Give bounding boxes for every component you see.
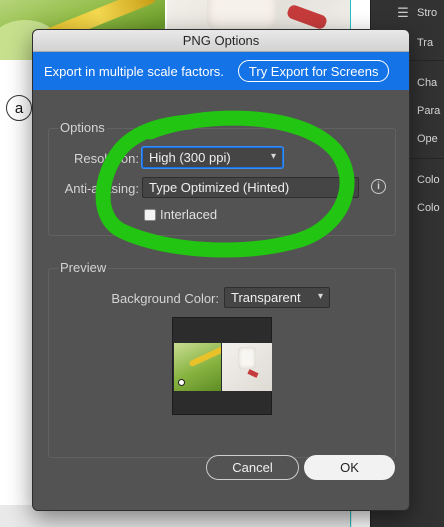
panel-item-label: Tra — [417, 37, 434, 49]
resolution-select[interactable]: High (300 ppi) ▾ — [142, 147, 283, 168]
try-export-for-screens-button[interactable]: Try Export for Screens — [237, 60, 390, 82]
chevron-down-icon: ▾ — [346, 181, 352, 192]
interlaced-checkbox[interactable] — [144, 209, 156, 221]
options-group: Options Resolution: High (300 ppi) ▾ Ant… — [48, 120, 396, 236]
export-banner: Export in multiple scale factors. Try Ex… — [33, 52, 409, 90]
png-options-dialog: PNG Options Export in multiple scale fac… — [32, 29, 410, 511]
chevron-down-icon: ▾ — [317, 291, 323, 302]
cancel-button[interactable]: Cancel — [206, 455, 299, 480]
info-icon[interactable]: i — [371, 179, 386, 194]
preview-group: Preview Background Color: Transparent ▾ — [48, 260, 396, 458]
panel-item-label: Para — [417, 105, 441, 117]
panel-item-stroke[interactable]: ☰ Stro — [371, 1, 444, 25]
resolution-label: Resolution: — [73, 151, 139, 166]
antialiasing-label: Anti-aliasing: — [64, 181, 139, 196]
dialog-title: PNG Options — [33, 30, 409, 52]
interlaced-label: Interlaced — [160, 207, 218, 222]
panel-item-label: Cha — [417, 77, 438, 89]
background-color-value: Transparent — [231, 290, 301, 305]
antialiasing-value: Type Optimized (Hinted) — [149, 180, 290, 195]
panel-item-label: Stro — [417, 7, 438, 19]
preview-thumbnail — [172, 317, 272, 415]
panel-item-label: Colo — [417, 202, 440, 214]
background-color-select[interactable]: Transparent ▾ — [224, 287, 330, 308]
banner-text: Export in multiple scale factors. — [44, 63, 224, 79]
artboard-badge: a — [6, 95, 32, 121]
antialiasing-select[interactable]: Type Optimized (Hinted) ▾ — [142, 177, 359, 198]
ok-button[interactable]: OK — [304, 455, 395, 480]
hamburger-icon: ☰ — [397, 5, 409, 20]
panel-item-label: Ope — [417, 133, 438, 145]
preview-legend: Preview — [58, 260, 109, 275]
resolution-value: High (300 ppi) — [149, 150, 231, 165]
background-color-label: Background Color: — [111, 291, 219, 306]
options-legend: Options — [58, 120, 107, 135]
panel-item-label: Colo — [417, 174, 440, 186]
chevron-down-icon: ▾ — [270, 151, 276, 162]
